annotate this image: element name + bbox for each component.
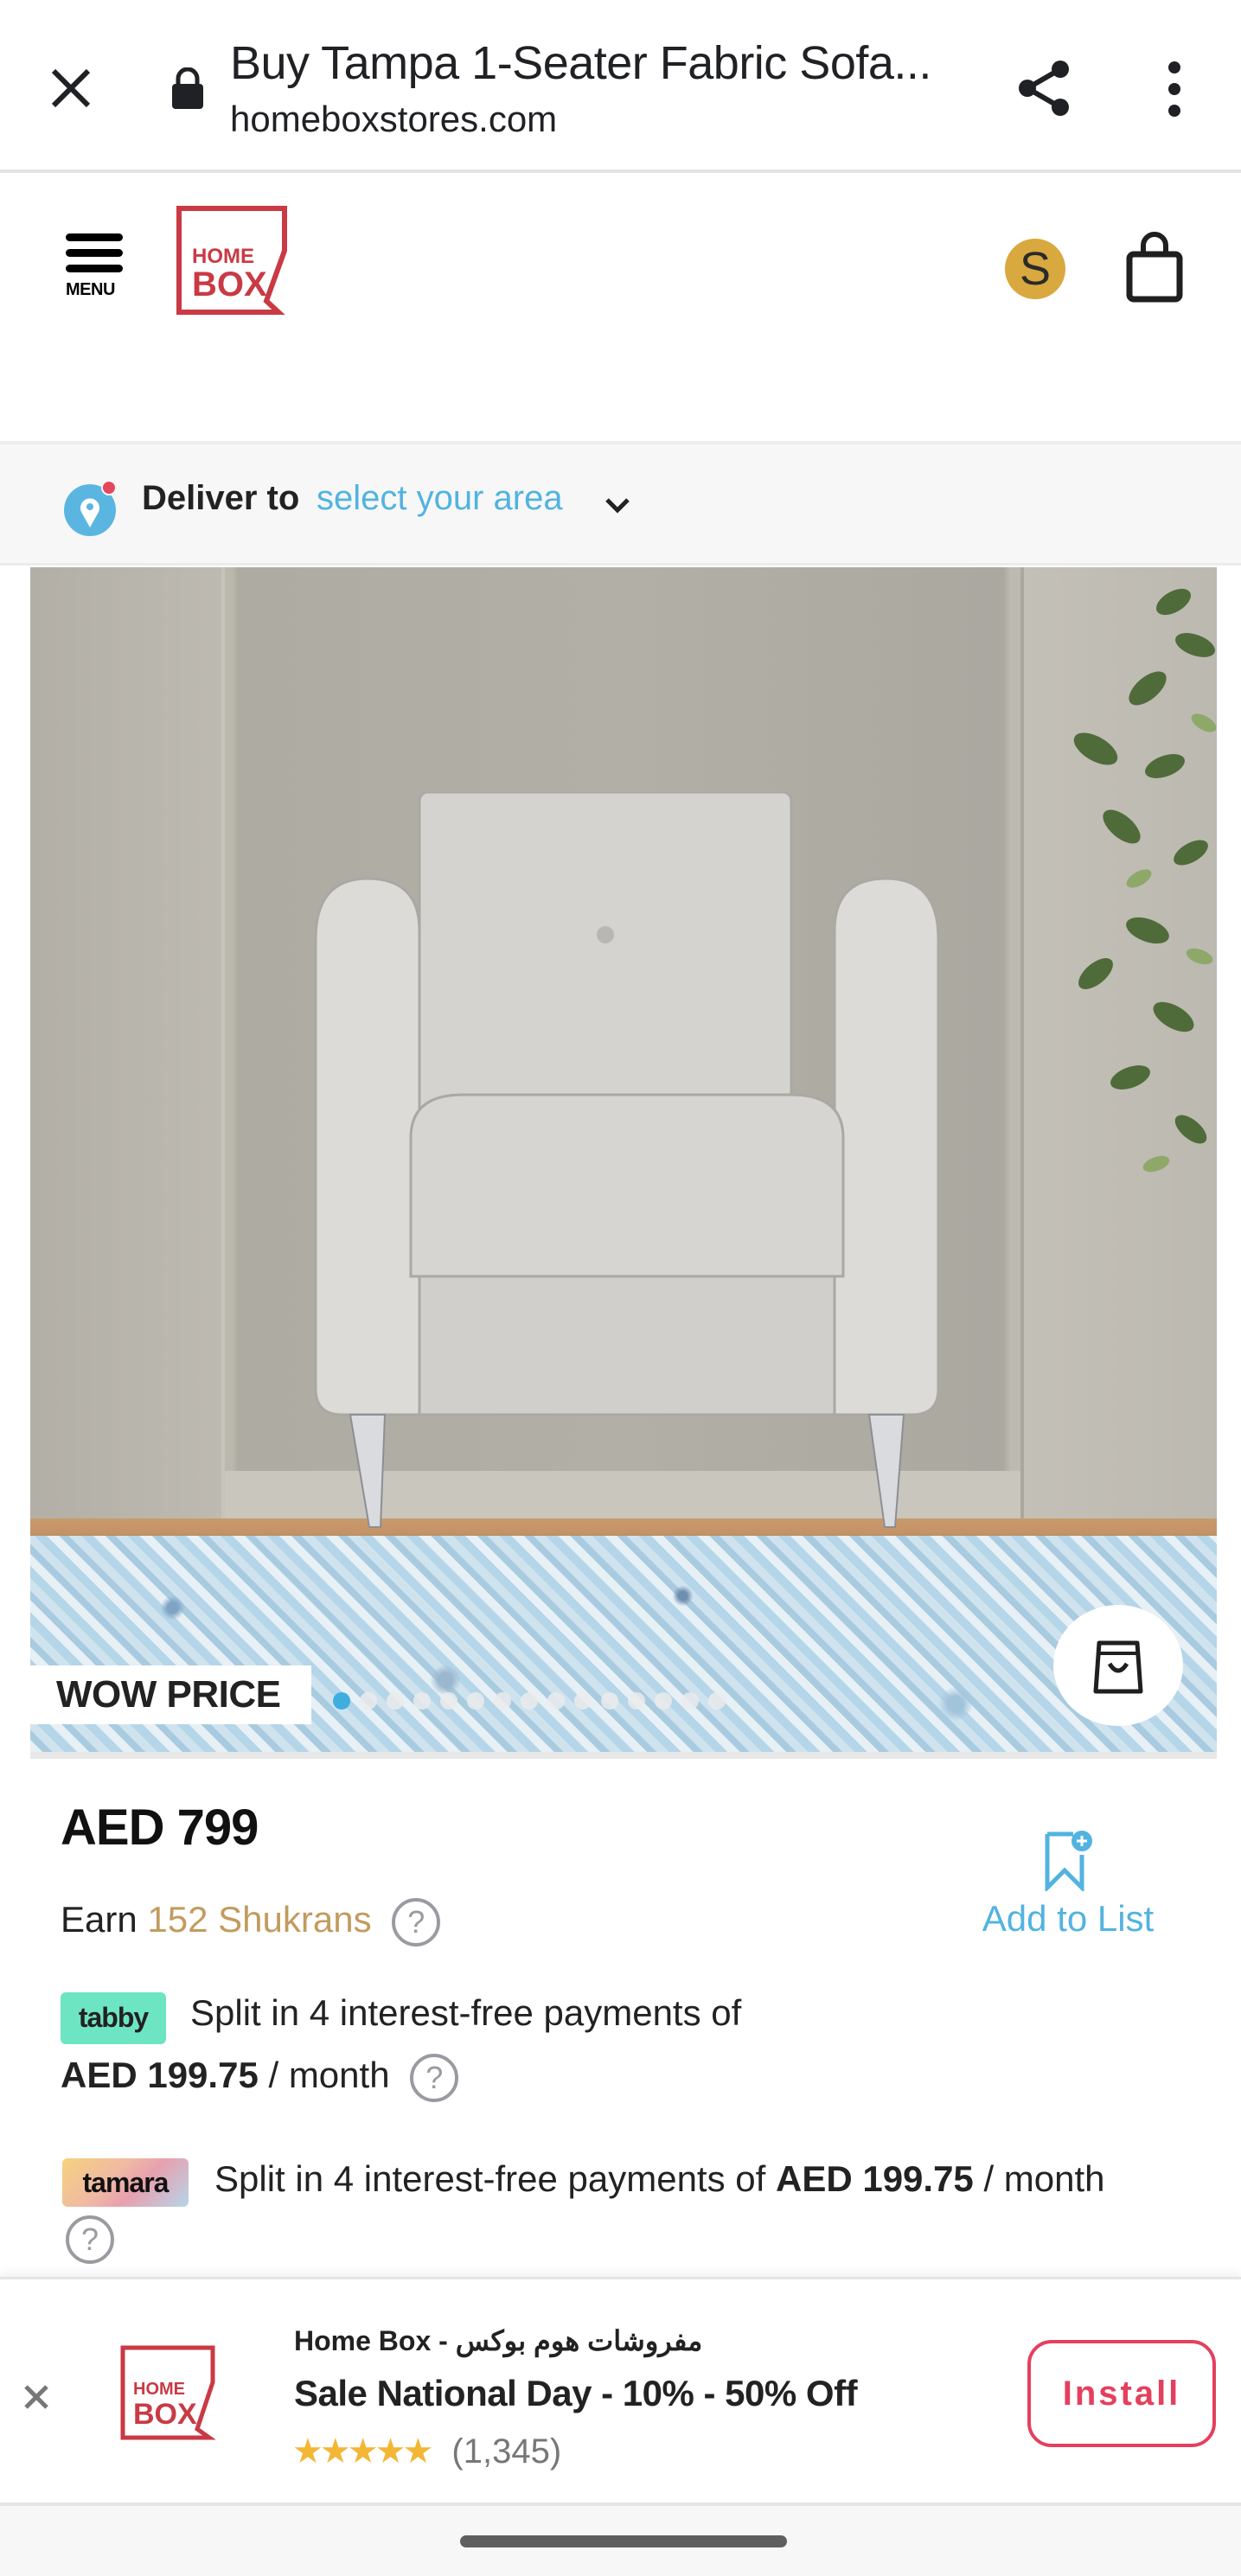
location-pin-icon <box>64 480 117 536</box>
earn-label: Earn <box>61 1899 138 1940</box>
carousel-dot[interactable] <box>681 1692 699 1710</box>
tabby-help-icon[interactable]: ? <box>410 2054 459 2102</box>
quick-add-to-cart-button[interactable] <box>1053 1605 1183 1726</box>
select-area-link[interactable]: select your area <box>317 479 563 518</box>
deliver-to-label: Deliver to <box>142 479 300 517</box>
tamara-amount: AED 199.75 <box>775 2158 974 2199</box>
tabby-suffix: / month <box>268 2055 390 2096</box>
carousel-dot[interactable] <box>333 1692 350 1710</box>
rating-count: (1,345) <box>451 2432 562 2471</box>
tabby-logo: tabby <box>61 1992 166 2044</box>
app-headline: Sale National Day - 10% - 50% Off <box>294 2373 858 2413</box>
tabby-text: Split in 4 interest-free payments of <box>190 1992 742 2033</box>
help-icon[interactable]: ? <box>392 1898 441 1946</box>
logo-box-text: BOX <box>192 265 267 304</box>
carousel-dot[interactable] <box>708 1692 726 1710</box>
image-pillar-left <box>30 567 225 1518</box>
product-price: AED 799 <box>61 1799 259 1856</box>
add-to-list-button[interactable]: Add to List <box>973 1829 1163 1940</box>
armchair-image <box>314 792 940 1528</box>
tamara-help-icon[interactable]: ? <box>66 2215 114 2264</box>
star-rating-icons: ★★★★★ <box>292 2432 433 2471</box>
tamara-suffix: / month <box>983 2158 1105 2199</box>
carousel-dot[interactable] <box>655 1692 672 1710</box>
share-icon[interactable] <box>1014 57 1076 119</box>
carousel-dot[interactable] <box>413 1692 431 1710</box>
chevron-down-icon[interactable] <box>600 488 635 522</box>
close-icon[interactable] <box>19 2380 54 2414</box>
carousel-dot[interactable] <box>628 1692 645 1710</box>
install-button[interactable]: Install <box>1027 2340 1216 2447</box>
carousel-dot[interactable] <box>601 1692 618 1710</box>
menu-label: MENU <box>66 280 115 299</box>
plant-image <box>1073 588 1217 1173</box>
app-install-banner: HOME BOX Home Box - مفروشات هوم بوكس Sal… <box>0 2277 1241 2506</box>
banner-logo-box: BOX <box>133 2398 197 2431</box>
tamara-text: Split in 4 interest-free payments of <box>214 2158 766 2199</box>
carousel-dot[interactable] <box>387 1692 404 1710</box>
app-rating: ★★★★★ (1,345) <box>292 2432 561 2471</box>
shopping-bag-icon <box>1093 1640 1143 1694</box>
delivery-selector[interactable]: Deliver to select your area <box>0 444 1241 566</box>
tamara-logo: tamara <box>62 2158 189 2207</box>
carousel-dot[interactable] <box>521 1692 538 1710</box>
logo-home-text: HOME <box>192 245 254 268</box>
shopping-bag-icon[interactable] <box>1124 232 1185 303</box>
lock-icon <box>172 67 203 109</box>
carousel-dot[interactable] <box>467 1692 484 1710</box>
system-nav-bar <box>0 2506 1241 2576</box>
shukran-icon[interactable]: S <box>1005 239 1065 299</box>
close-icon[interactable] <box>45 62 97 114</box>
tabby-amount: AED 199.75 <box>61 2055 259 2096</box>
carousel-dot[interactable] <box>360 1692 377 1710</box>
shukran-earn-row: Earn 152 Shukrans ? <box>61 1898 441 1946</box>
page-title[interactable]: Buy Tampa 1-Seater Fabric Sofa... <box>230 36 931 90</box>
wow-price-badge: WOW PRICE <box>30 1665 311 1724</box>
carousel-dot[interactable] <box>440 1692 457 1710</box>
carousel-dot[interactable] <box>547 1692 565 1710</box>
browser-toolbar: Buy Tampa 1-Seater Fabric Sofa... homebo… <box>0 0 1241 173</box>
hamburger-icon <box>66 233 128 272</box>
site-header: MENU HOME BOX S <box>0 176 1241 444</box>
image-divider <box>30 1752 1217 1759</box>
bookmark-add-icon <box>1045 1831 1092 1891</box>
tamara-help-wrap: ? <box>66 2215 114 2264</box>
tamara-text-row: Split in 4 interest-free payments of AED… <box>214 2158 1105 2200</box>
shukran-points: 152 Shukrans <box>147 1899 372 1940</box>
page-url[interactable]: homeboxstores.com <box>230 99 557 140</box>
app-name: Home Box - مفروشات هوم بوكس <box>294 2325 703 2356</box>
homebox-logo[interactable]: HOME BOX <box>176 206 287 315</box>
carousel-dots <box>333 1692 726 1710</box>
banner-logo-home: HOME <box>133 2380 185 2399</box>
more-vert-icon[interactable] <box>1157 61 1192 118</box>
carousel-dot[interactable] <box>574 1692 592 1710</box>
homebox-app-icon: HOME BOX <box>120 2345 216 2440</box>
tabby-amount-row: AED 199.75 / month ? <box>61 2054 459 2102</box>
product-image-carousel[interactable]: WOW PRICE <box>30 567 1217 1759</box>
carousel-dot[interactable] <box>494 1692 511 1710</box>
rug-image <box>30 1536 1217 1759</box>
add-to-list-label: Add to List <box>982 1898 1155 1939</box>
home-gesture-handle[interactable] <box>460 2535 787 2547</box>
menu-button[interactable]: MENU <box>66 233 128 303</box>
